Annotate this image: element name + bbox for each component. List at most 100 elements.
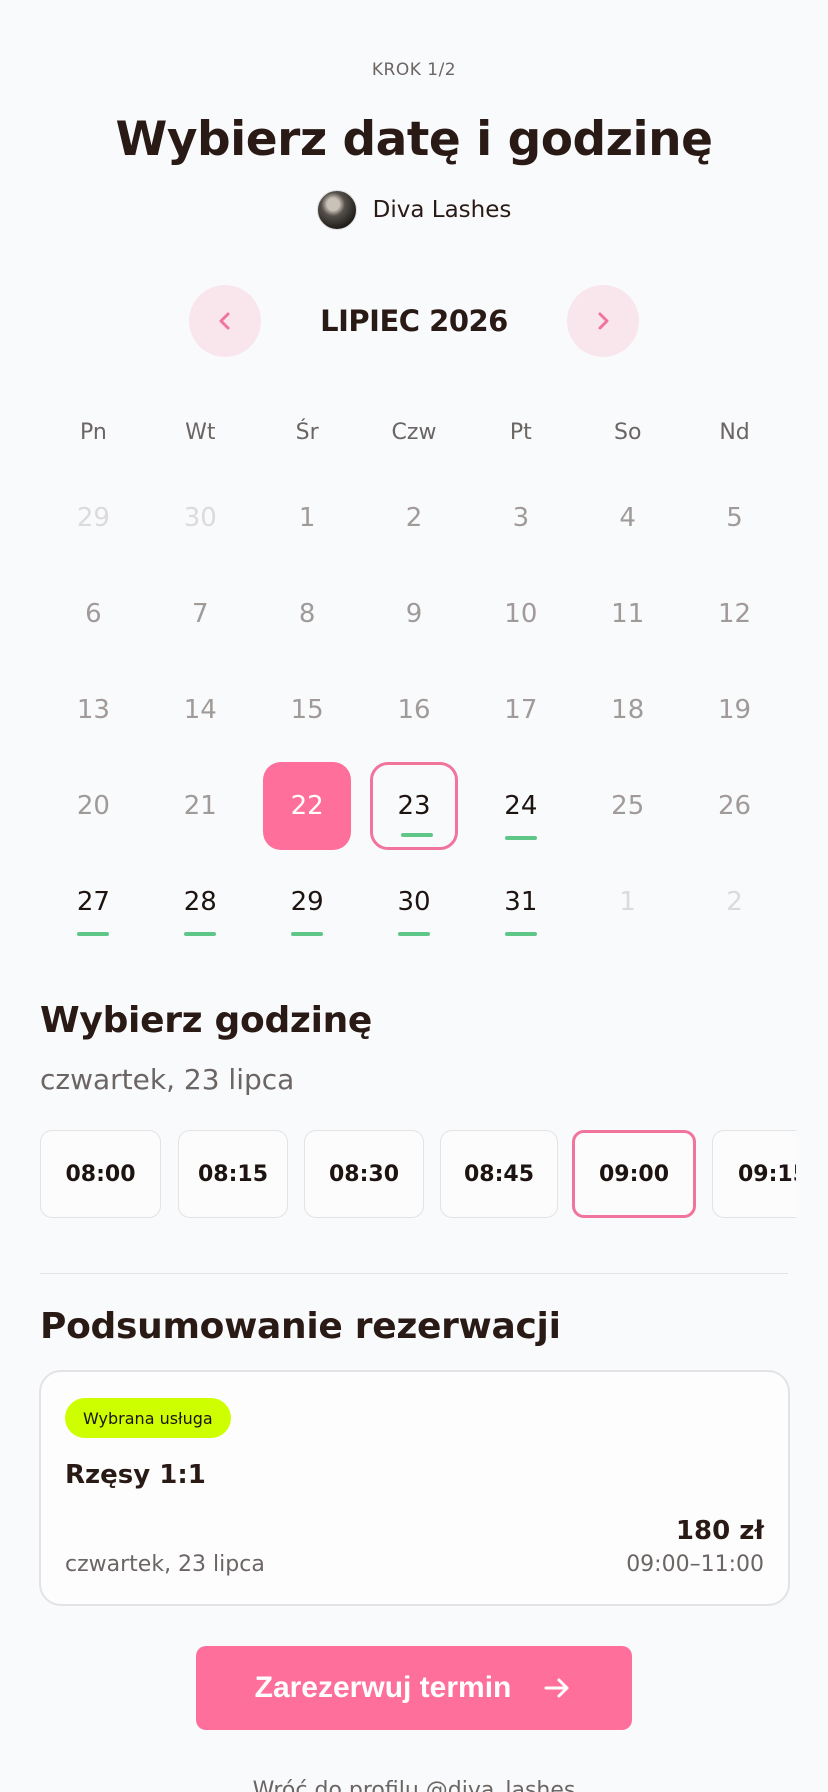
- calendar-day-number: 8: [298, 599, 316, 629]
- summary-time-range: 09:00–11:00: [626, 1552, 764, 1577]
- avatar: [316, 190, 357, 230]
- calendar-day: 7: [147, 566, 254, 662]
- chevron-right-icon: [598, 312, 609, 330]
- calendar-day: 18: [574, 662, 681, 758]
- calendar-day: 1: [574, 854, 681, 950]
- calendar-day-focused[interactable]: 23: [361, 758, 468, 854]
- calendar-day-number: 4: [619, 503, 636, 533]
- calendar-day: 9: [361, 566, 468, 662]
- calendar-day: 17: [467, 662, 574, 758]
- profile-link[interactable]: Wróć do profilu @diva_lashes: [0, 1778, 828, 1792]
- calendar-day: 19: [681, 662, 788, 758]
- calendar-day-number: 14: [183, 695, 217, 725]
- calendar-day-number: 9: [405, 599, 423, 629]
- calendar-day[interactable]: 24: [467, 758, 574, 854]
- calendar-day: 16: [361, 662, 468, 758]
- calendar-day: 25: [574, 758, 681, 854]
- calendar-day: 20: [40, 758, 147, 854]
- calendar-day-number: 6: [85, 599, 102, 629]
- calendar-day-number: 20: [76, 791, 110, 821]
- calendar-day-number: 28: [156, 858, 244, 946]
- calendar-day: 2: [681, 854, 788, 950]
- calendar-day-number: 11: [611, 599, 645, 629]
- calendar-day: 26: [681, 758, 788, 854]
- calendar-day: 1: [254, 470, 361, 566]
- calendar-day-number: 18: [611, 695, 645, 725]
- calendar-day[interactable]: 30: [361, 854, 468, 950]
- calendar-day-number: 25: [611, 791, 645, 821]
- calendar-day[interactable]: 28: [147, 854, 254, 950]
- calendar-day-number: 30: [183, 503, 217, 533]
- arrow-right-icon: [544, 1678, 569, 1698]
- calendar-day: 14: [147, 662, 254, 758]
- weekday-label: Pt: [509, 420, 532, 445]
- calendar-day-number: 23: [369, 762, 458, 850]
- calendar-day-number: 13: [76, 695, 110, 725]
- calendar-day-number: 21: [183, 791, 217, 821]
- time-slot[interactable]: 08:00: [40, 1130, 161, 1218]
- calendar-day-number: 7: [191, 599, 209, 629]
- calendar-day-number: 1: [619, 887, 636, 917]
- calendar-day: 12: [681, 566, 788, 662]
- calendar-day[interactable]: 29: [254, 854, 361, 950]
- calendar-day-number: 22: [263, 762, 352, 850]
- time-slot[interactable]: 08:30: [304, 1130, 424, 1218]
- book-button-label: Zarezerwuj termin: [254, 1671, 512, 1704]
- weekday-label: So: [613, 420, 642, 445]
- summary-card: Wybrana usługa Rzęsy 1:1 180 zł czwartek…: [39, 1370, 790, 1606]
- calendar-day-number: 29: [76, 503, 110, 533]
- time-slot[interactable]: 09:15: [712, 1130, 796, 1218]
- next-month-button[interactable]: [567, 285, 639, 357]
- time-section-title: Wybierz godzinę: [40, 1000, 373, 1041]
- time-slot[interactable]: 08:45: [440, 1130, 558, 1218]
- calendar-day-number: 3: [512, 503, 530, 533]
- calendar-day: 5: [681, 470, 788, 566]
- time-slot[interactable]: 08:15: [178, 1130, 288, 1218]
- calendar-day-number: 17: [504, 695, 538, 725]
- service-badge: Wybrana usługa: [65, 1398, 231, 1438]
- calendar-day-number: 10: [504, 599, 538, 629]
- calendar-day-number: 16: [397, 695, 431, 725]
- step-indicator: KROK 1/2: [371, 60, 457, 80]
- calendar-day[interactable]: 27: [40, 854, 147, 950]
- calendar-day-number: 27: [49, 858, 137, 946]
- calendar-day-number: 29: [263, 858, 351, 946]
- selected-date-label: czwartek, 23 lipca: [40, 1063, 295, 1096]
- weekday-label: Czw: [391, 420, 437, 445]
- weekday-label: Pn: [80, 420, 107, 445]
- summary-date: czwartek, 23 lipca: [65, 1552, 265, 1577]
- calendar-day-number: 30: [370, 858, 458, 946]
- calendar-day-number: 31: [477, 858, 565, 946]
- weekday-label: Nd: [719, 420, 750, 445]
- month-navigation: LIPIEC 2026: [189, 285, 639, 357]
- calendar-day[interactable]: 31: [467, 854, 574, 950]
- calendar-day-number: 1: [298, 503, 316, 533]
- page-title: Wybierz datę i godzinę: [115, 112, 713, 167]
- calendar-day: 8: [254, 566, 361, 662]
- calendar-day: 2: [361, 470, 468, 566]
- calendar-day: 3: [467, 470, 574, 566]
- calendar-day-number: 12: [718, 599, 752, 629]
- studio-name: Diva Lashes: [372, 197, 512, 223]
- calendar-day: 29: [40, 470, 147, 566]
- prev-month-button[interactable]: [189, 285, 261, 357]
- calendar-day-number: 15: [290, 695, 324, 725]
- weekday-header: Pn Wt Śr Czw Pt So Nd: [40, 420, 788, 445]
- calendar-day-number: 19: [718, 695, 752, 725]
- time-slot-selected[interactable]: 09:00: [572, 1130, 696, 1218]
- calendar-day: 10: [467, 566, 574, 662]
- calendar-day: 21: [147, 758, 254, 854]
- calendar-day: 13: [40, 662, 147, 758]
- book-button[interactable]: Zarezerwuj termin: [196, 1646, 632, 1730]
- calendar-grid: 29 30 1 2 3 4 5 6 7 8 9 10 11 12 13 14 15 16 17 18 19 20 21 22 2…: [40, 470, 788, 950]
- calendar-day: 6: [40, 566, 147, 662]
- calendar-day: 4: [574, 470, 681, 566]
- weekday-label: Wt: [185, 420, 216, 445]
- calendar-day-number: 2: [726, 887, 743, 917]
- divider: [40, 1273, 788, 1274]
- time-slot-list[interactable]: 08:00 08:15 08:30 08:45 09:00 09:15: [40, 1130, 796, 1220]
- calendar-day: 30: [147, 470, 254, 566]
- calendar-day-selected[interactable]: 22: [254, 758, 361, 854]
- summary-section-title: Podsumowanie rezerwacji: [40, 1306, 561, 1347]
- chevron-left-icon: [219, 312, 230, 330]
